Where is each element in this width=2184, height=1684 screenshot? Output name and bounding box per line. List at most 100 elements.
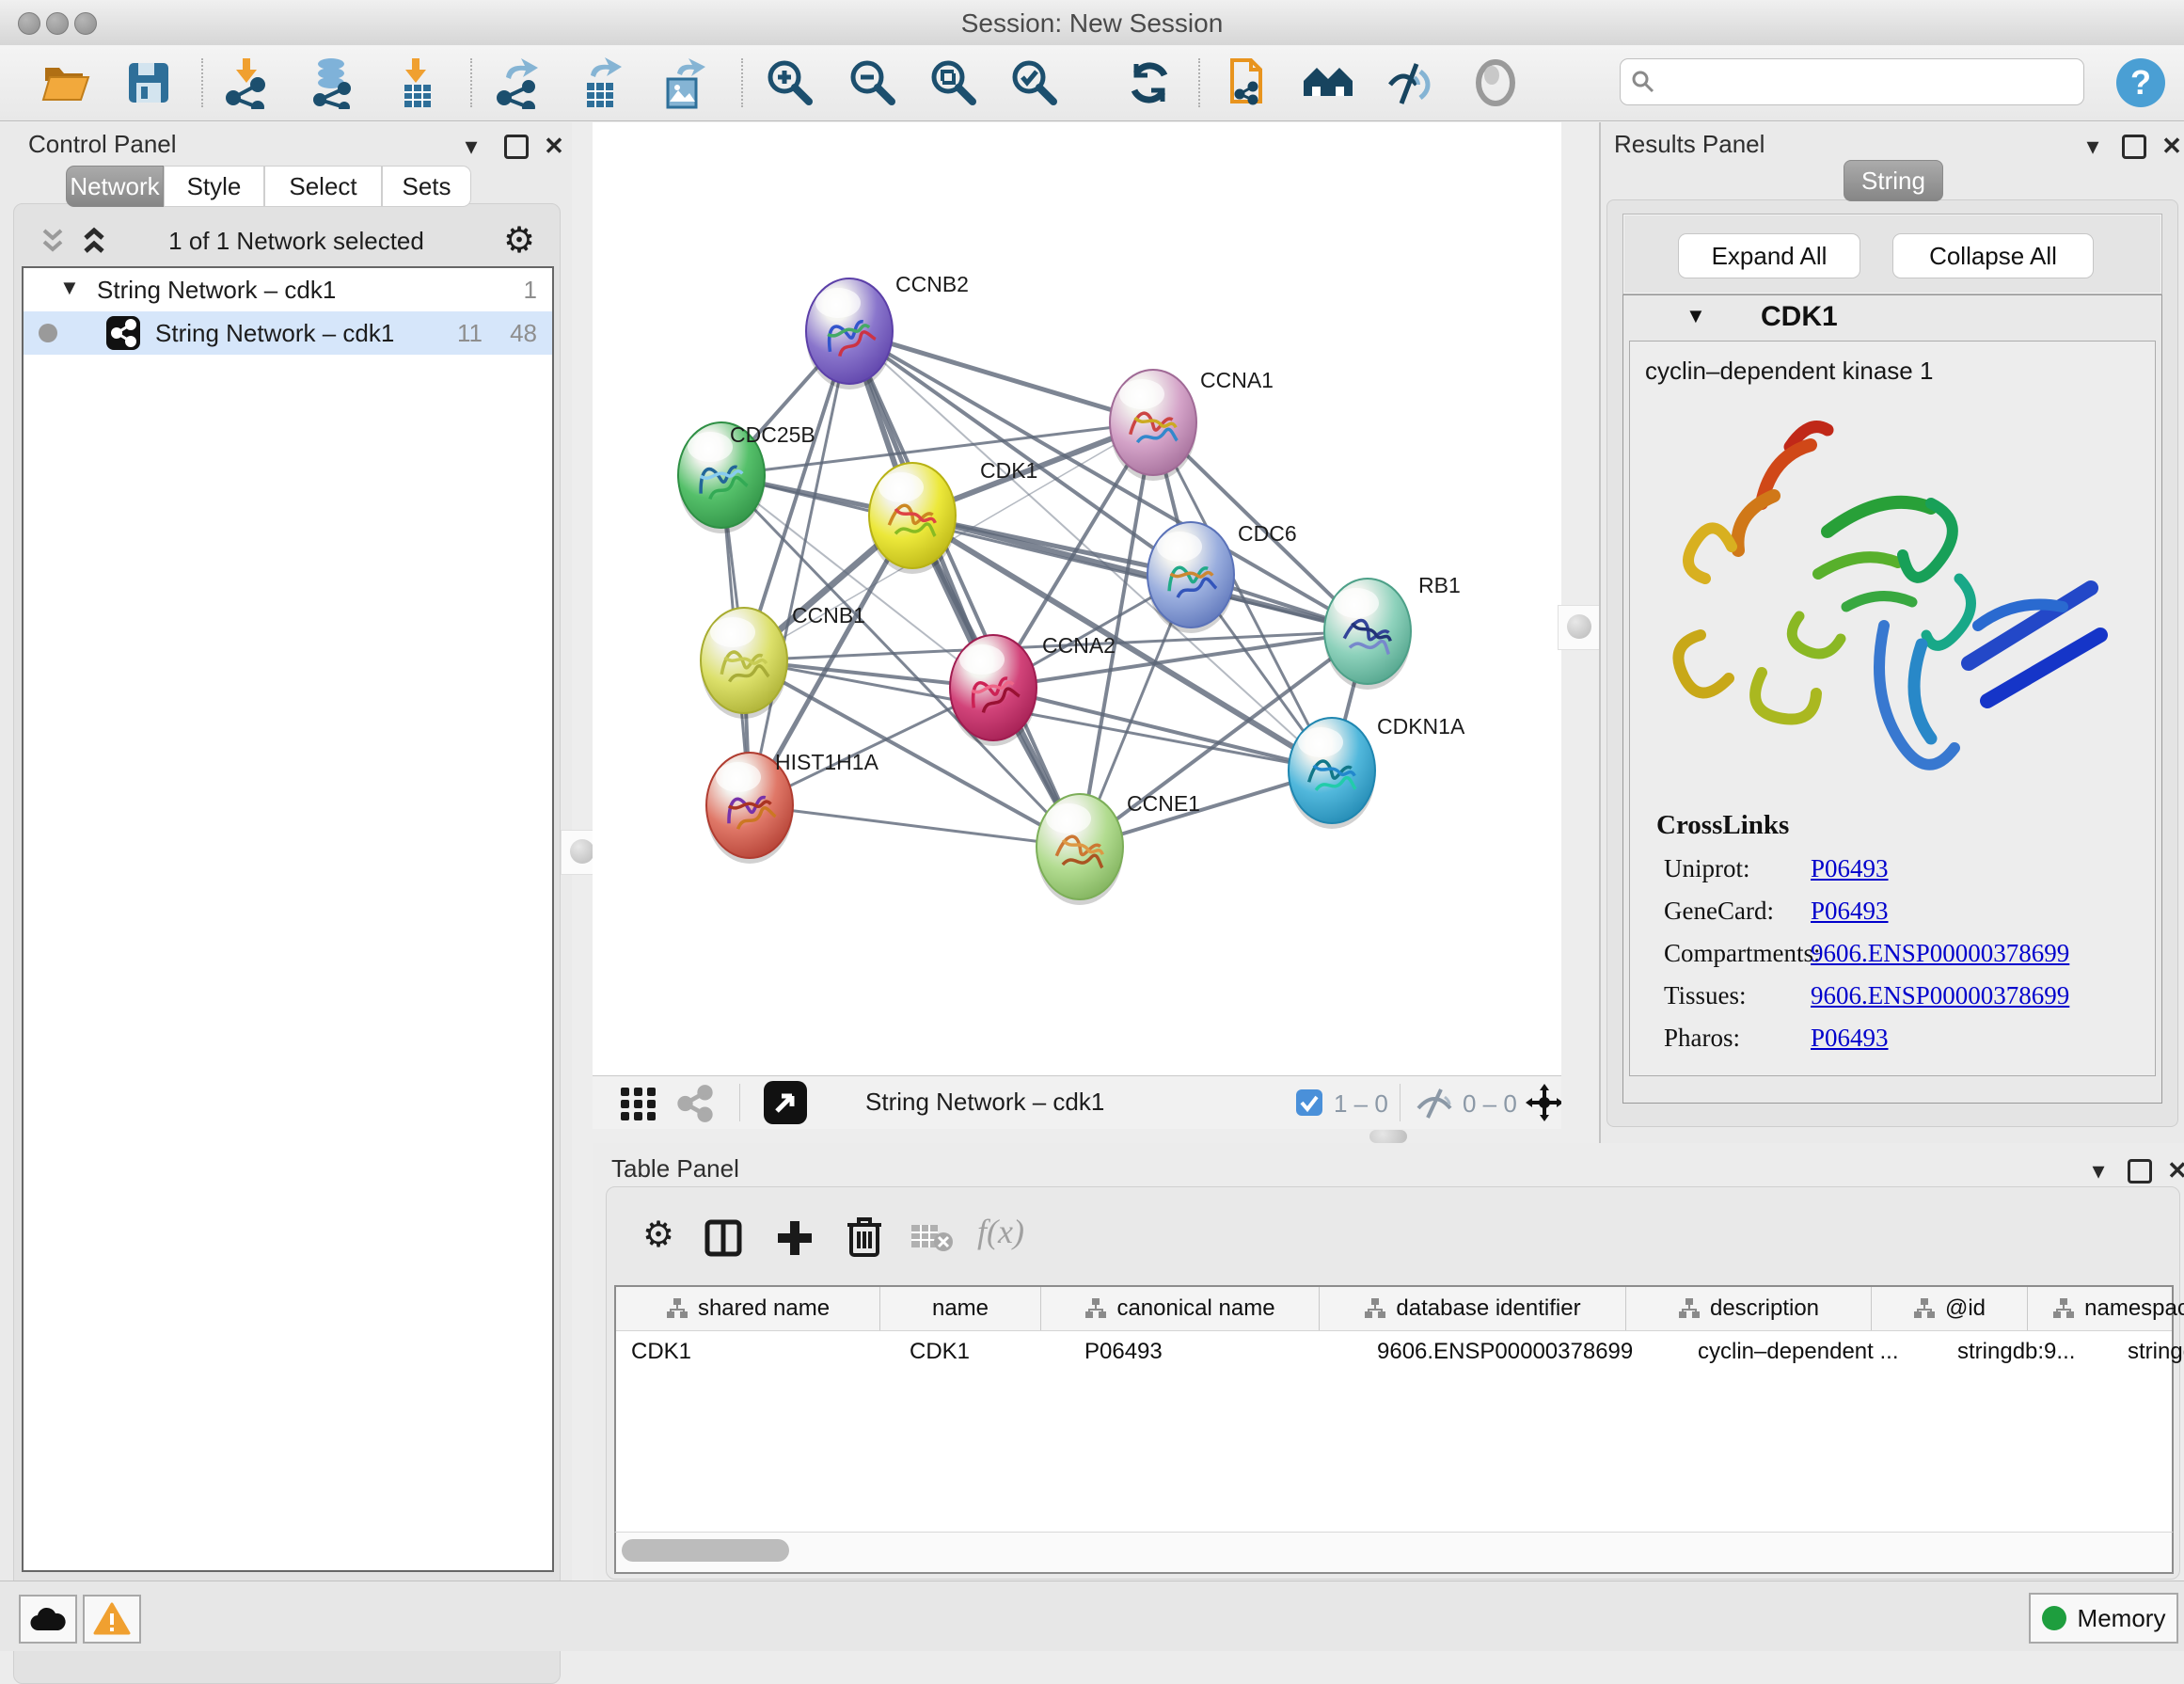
zoom-in-icon[interactable] [764,56,816,109]
crosslink-link[interactable]: P06493 [1811,854,1889,883]
collapse-triangle-icon[interactable]: ▼ [59,276,80,300]
network-node-RB1[interactable]: RB1 [1324,573,1461,690]
cloud-status-button[interactable] [19,1595,77,1644]
zoom-fit-icon[interactable] [927,56,980,109]
gene-entry-header[interactable]: ▼ CDK1 [1623,295,2161,339]
column-header-description[interactable]: description [1626,1287,1872,1330]
network-edge[interactable] [750,805,1080,847]
network-node-CDKN1A[interactable]: CDKN1A [1289,714,1465,829]
zoom-out-icon[interactable] [847,56,899,109]
network-node-CCNA1[interactable]: CCNA1 [1110,368,1274,481]
table-options-gear-icon[interactable]: ⚙ [642,1217,674,1253]
table-cell[interactable]: stringdb [2113,1330,2184,1374]
search-input[interactable] [1620,58,2084,105]
network-node-CDK1[interactable]: CDK1 [869,458,1037,574]
splitter-collapse-handle[interactable] [1558,605,1603,650]
network-edge[interactable] [912,516,1368,631]
crosslink-link[interactable]: P06493 [1811,1024,1889,1053]
collapse-triangle-icon[interactable]: ▼ [1685,304,1706,328]
show-columns-icon[interactable] [704,1219,742,1257]
collapse-all-button[interactable]: Collapse All [1892,233,2094,278]
save-session-icon[interactable] [122,56,175,109]
control-panel-float-icon[interactable] [502,135,530,163]
vertical-splitter-left[interactable] [572,122,593,1581]
table-panel-close-icon[interactable]: ✕ [2163,1156,2184,1184]
table-panel-menu-icon[interactable]: ▾ [2084,1156,2113,1184]
open-session-file-icon[interactable] [1223,56,1275,109]
network-node-HIST1H1A[interactable]: HIST1H1A [706,750,879,864]
network-canvas[interactable]: CCNB2CCNA1CDC25BCDK1CDC6RB1CCNB1CCNA2CDK… [593,122,1561,1075]
show-hide-icon[interactable] [1383,56,1435,109]
results-panel-close-icon[interactable]: ✕ [2158,132,2184,160]
home-icon[interactable] [1302,56,1354,109]
column-header-name[interactable]: name [880,1287,1041,1330]
export-image-icon[interactable] [658,56,711,109]
column-header--id[interactable]: @id [1872,1287,2028,1330]
network-node-CCNE1[interactable]: CCNE1 [1037,791,1200,905]
open-session-icon[interactable] [40,56,92,109]
crosslink-link[interactable]: 9606.ENSP00000378699 [1811,981,2069,1010]
fit-content-crosshair-icon[interactable] [1524,1082,1565,1123]
network-options-gear-icon[interactable]: ⚙ [503,223,535,259]
table-cell[interactable]: stringdb:9... [1942,1330,2113,1374]
table-cell[interactable]: 9606.ENSP00000378699 [1362,1330,1683,1374]
function-builder-icon: f(x) [977,1212,1024,1251]
memory-button[interactable]: Memory [2029,1593,2178,1644]
vertical-splitter-right[interactable] [1561,122,1599,1143]
network-node-CCNB1[interactable]: CCNB1 [701,603,865,719]
import-network-database-icon[interactable] [307,56,359,109]
grid-view-icon[interactable] [619,1086,658,1121]
column-header-namespac[interactable]: namespac [2028,1287,2184,1330]
results-panel-float-icon[interactable] [2120,135,2148,163]
column-header-shared-name[interactable]: shared name [616,1287,880,1330]
export-table-file-icon[interactable] [576,56,628,109]
network-node-CCNB2[interactable]: CCNB2 [806,272,969,389]
control-panel-menu-icon[interactable]: ▾ [457,132,485,160]
export-network-file-icon[interactable] [493,56,546,109]
selected-checkbox-icon[interactable] [1296,1089,1322,1116]
expand-all-button[interactable]: Expand All [1678,233,1860,278]
table-cell[interactable]: cyclin–dependent ... [1683,1330,1942,1374]
results-panel-menu-icon[interactable]: ▾ [2079,132,2107,160]
column-header-canonical-name[interactable]: canonical name [1041,1287,1320,1330]
table-panel-float-icon[interactable] [2126,1159,2154,1187]
table-cell[interactable]: CDK1 [894,1330,1069,1374]
eye-icon[interactable] [1469,56,1522,109]
network-edge[interactable] [849,331,1080,847]
network-edge[interactable] [750,331,849,805]
delete-column-icon[interactable] [846,1215,883,1259]
crosslink-link[interactable]: 9606.ENSP00000378699 [1811,939,2069,968]
share-view-icon[interactable] [675,1084,715,1123]
table-horizontal-scrollbar[interactable] [614,1532,2174,1574]
network-node-CCNA2[interactable]: CCNA2 [950,633,1116,746]
tab-style[interactable]: Style [164,166,264,207]
scrollbar-thumb[interactable] [622,1539,789,1562]
import-network-file-icon[interactable] [222,56,275,109]
help-icon[interactable]: ? [2114,56,2167,109]
table-cell[interactable]: CDK1 [616,1330,894,1374]
tab-network[interactable]: Network [66,166,164,207]
node-label: CDC25B [730,422,815,447]
add-column-icon[interactable] [774,1217,815,1259]
expand-all-networks-icon[interactable] [78,225,110,257]
splitter-handle[interactable] [1369,1130,1407,1143]
zoom-selected-icon[interactable] [1008,56,1061,109]
warning-status-button[interactable] [83,1595,141,1644]
tab-select[interactable]: Select [264,166,382,207]
collapse-all-networks-icon[interactable] [37,225,69,257]
table-row[interactable]: CDK1CDK1P064939606.ENSP00000378699cyclin… [616,1330,2172,1374]
crosslink-link[interactable]: P06493 [1811,897,1889,926]
table-cell[interactable]: P06493 [1069,1330,1362,1374]
network-node-CDC25B[interactable]: CDC25B [678,422,815,533]
refresh-icon[interactable] [1123,56,1176,109]
column-header-database-identifier[interactable]: database identifier [1320,1287,1626,1330]
birdseye-view-icon[interactable] [764,1081,807,1124]
network-edge[interactable] [849,331,1153,422]
tab-string[interactable]: String [1844,160,1943,201]
network-tree-root-row[interactable]: ▼ String Network – cdk1 1 [24,268,552,311]
control-panel-close-icon[interactable]: ✕ [540,132,568,160]
import-table-file-icon[interactable] [391,56,444,109]
tab-sets[interactable]: Sets [382,166,471,207]
network-view-toolbar: String Network – cdk1 1 – 0 0 – 0 [593,1075,1561,1130]
network-tree-row-selected[interactable]: String Network – cdk1 11 48 [24,311,552,355]
